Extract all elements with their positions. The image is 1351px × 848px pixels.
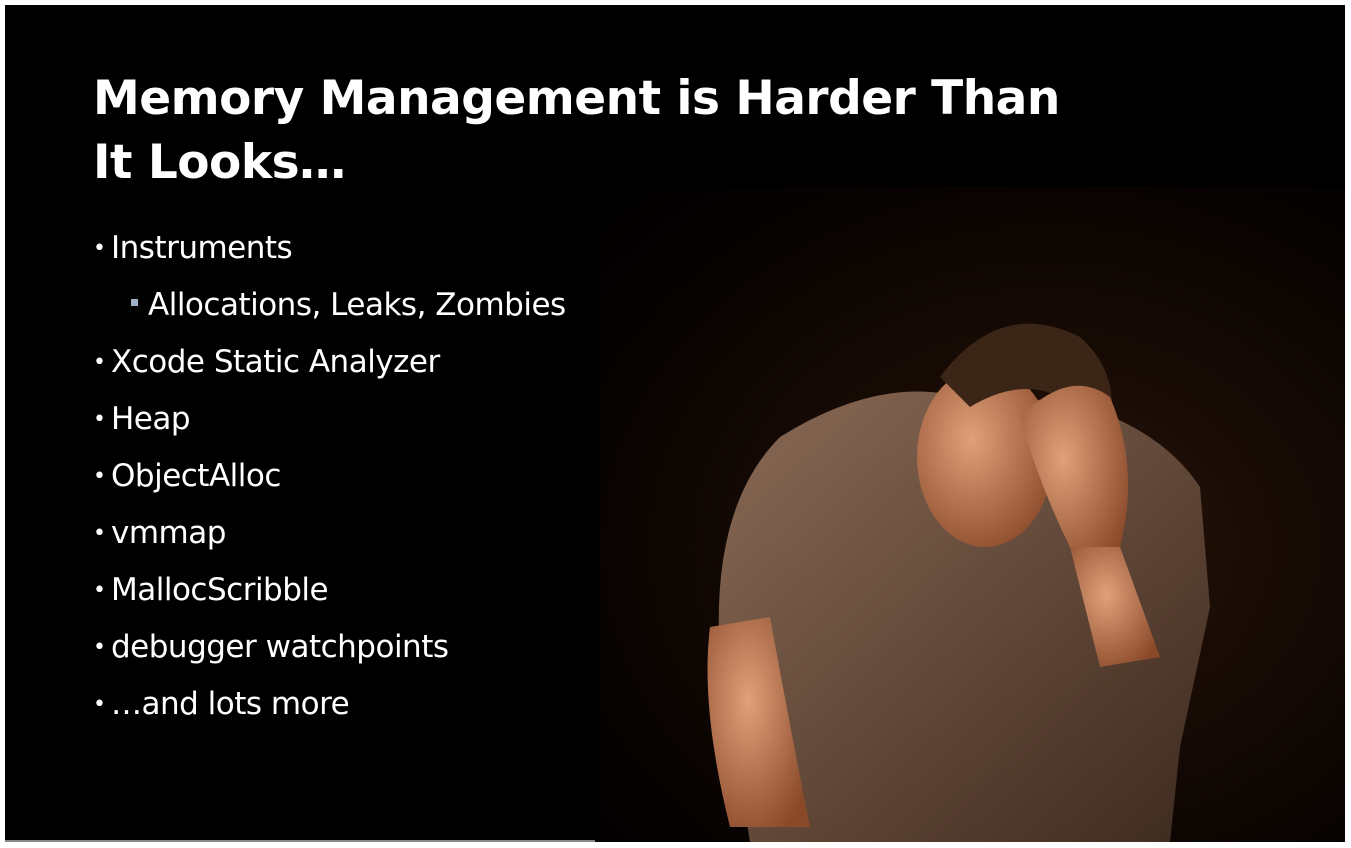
bullet-item: • Instruments — [93, 220, 566, 277]
bullet-item: • ObjectAlloc — [93, 448, 566, 505]
bullet-dot-icon: • — [93, 578, 106, 603]
bottom-divider — [5, 840, 595, 842]
bullet-dot-icon: • — [93, 635, 106, 660]
title-line-2: It Looks… — [93, 135, 346, 190]
square-bullet-icon — [131, 299, 138, 306]
bullet-list: • Instruments Allocations, Leaks, Zombies… — [93, 220, 566, 733]
bullet-item: • …and lots more — [93, 676, 566, 733]
frustrated-man-photo — [600, 187, 1345, 842]
bullet-dot-icon: • — [93, 350, 106, 375]
bullet-item: • debugger watchpoints — [93, 619, 566, 676]
bullet-dot-icon: • — [93, 407, 106, 432]
bullet-item: • MallocScribble — [93, 562, 566, 619]
bullet-item: • Heap — [93, 391, 566, 448]
bullet-dot-icon: • — [93, 521, 106, 546]
bullet-dot-icon: • — [93, 236, 106, 261]
bullet-item: • Xcode Static Analyzer — [93, 334, 566, 391]
bullet-dot-icon: • — [93, 464, 106, 489]
bullet-item: • vmmap — [93, 505, 566, 562]
sub-bullet-item: Allocations, Leaks, Zombies — [93, 277, 566, 334]
bullet-dot-icon: • — [93, 692, 106, 717]
title-line-1: Memory Management is Harder Than — [93, 71, 1060, 126]
slide: Memory Management is Harder Than It Look… — [5, 5, 1345, 842]
slide-title: Memory Management is Harder Than It Look… — [93, 67, 1060, 195]
